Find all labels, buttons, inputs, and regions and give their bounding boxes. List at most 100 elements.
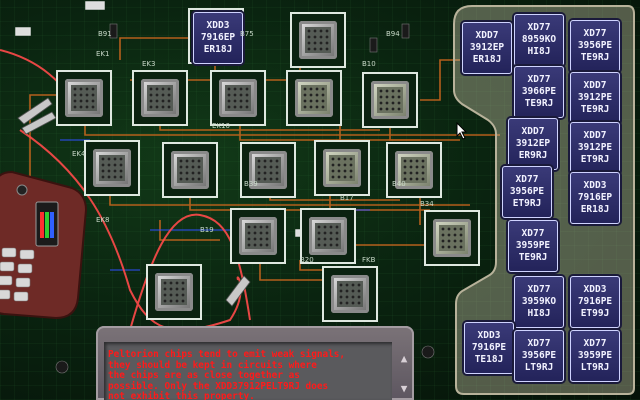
chip-line1: XD77 bbox=[527, 338, 551, 349]
tray-chip[interactable]: XD77 3959KO HI8J bbox=[514, 276, 564, 328]
mouse-pointer-icon bbox=[456, 122, 468, 140]
socket-s9[interactable] bbox=[240, 142, 296, 198]
board-label: B17 bbox=[340, 194, 354, 202]
empty-socket-chip bbox=[331, 275, 369, 313]
board-label: B94 bbox=[386, 30, 400, 38]
socket-s8[interactable] bbox=[162, 142, 218, 198]
empty-socket-chip bbox=[309, 217, 347, 255]
board-label: B34 bbox=[420, 200, 434, 208]
chip-line2: 8959KO bbox=[521, 34, 557, 45]
chip-line3: ET9RJ bbox=[512, 198, 542, 209]
tray-chip[interactable]: XD77 3959PE LT9RJ bbox=[570, 330, 620, 382]
socket-s16[interactable] bbox=[322, 266, 378, 322]
chip-line2: 7916PE bbox=[577, 296, 613, 307]
board-label: EK1 bbox=[96, 50, 110, 58]
empty-socket-chip bbox=[323, 149, 361, 187]
chip-line3: TE9RJ bbox=[580, 104, 610, 115]
chip-line2: 3966PE bbox=[521, 86, 557, 97]
handheld-scanner[interactable] bbox=[0, 168, 100, 324]
board-label: B10 bbox=[362, 60, 376, 68]
board-label: B20 bbox=[300, 256, 314, 264]
chip-line3: TE18J bbox=[474, 354, 504, 365]
socket-s17[interactable]: XDD3 7916EP ER18J bbox=[188, 8, 244, 64]
chip-line1: XD77 bbox=[527, 22, 551, 33]
tray-chip[interactable]: XD77 3956PE TE9RJ bbox=[570, 20, 620, 72]
chip-line1: XD77 bbox=[527, 284, 551, 295]
board-label: EK4 bbox=[72, 150, 86, 158]
scroll-down-arrow-icon[interactable]: ▼ bbox=[398, 382, 410, 396]
placed-chip[interactable]: XDD3 7916EP ER18J bbox=[193, 12, 243, 64]
chip-line3: TE9RJ bbox=[518, 252, 548, 263]
board-label: B91 bbox=[98, 30, 112, 38]
board-label: EK3 bbox=[142, 60, 156, 68]
socket-s3[interactable] bbox=[132, 70, 188, 126]
empty-socket-chip bbox=[219, 79, 257, 117]
socket-s4[interactable] bbox=[210, 70, 266, 126]
chip-line3: LT9RJ bbox=[524, 362, 554, 373]
chip-line1: XD77 bbox=[583, 338, 607, 349]
tray-chip[interactable]: XDD7 3912PE TE9RJ bbox=[570, 72, 620, 124]
empty-socket-chip bbox=[141, 79, 179, 117]
empty-socket-chip bbox=[65, 79, 103, 117]
chip-line3: ET99J bbox=[580, 308, 610, 319]
board-label: B75 bbox=[240, 30, 254, 38]
tray-chip[interactable]: XD77 8959KO HI8J bbox=[514, 14, 564, 66]
chip-line1: XDD3 bbox=[206, 20, 230, 31]
chip-line2: 7916PE bbox=[471, 342, 507, 353]
socket-s11[interactable] bbox=[386, 142, 442, 198]
chip-line2: 3959KO bbox=[521, 296, 557, 307]
scroll-up-arrow-icon[interactable]: ▲ bbox=[398, 352, 410, 366]
tray-chip[interactable]: XD77 3956PE ET9RJ bbox=[502, 166, 552, 218]
chip-line1: XDD7 bbox=[475, 30, 499, 41]
chip-line3: ET9RJ bbox=[580, 154, 610, 165]
chip-line2: 3912PE bbox=[577, 142, 613, 153]
chip-line1: XD77 bbox=[527, 74, 551, 85]
chip-line2: 3912EP bbox=[469, 42, 505, 53]
chip-line3: ER9RJ bbox=[518, 150, 548, 161]
chip-line1: XDD7 bbox=[521, 126, 545, 137]
tray-chip[interactable]: XD77 3956PE LT9RJ bbox=[514, 330, 564, 382]
socket-s5[interactable] bbox=[286, 70, 342, 126]
tray-chip[interactable]: XDD3 7916PE TE18J bbox=[464, 322, 514, 374]
chip-line2: 7916EP bbox=[200, 32, 236, 43]
socket-s6[interactable] bbox=[362, 72, 418, 128]
message-panel: Peltorion chips tend to emit weak signal… bbox=[96, 326, 414, 400]
circuit-board-scene: XDD3 7916EP ER18J B91 EK1 B75 B94 EK3 B1… bbox=[0, 0, 640, 400]
chip-line1: XDD3 bbox=[477, 330, 501, 341]
tray-chip[interactable]: XDD3 7916EP ER18J bbox=[570, 172, 620, 224]
tray-chip[interactable]: XDD7 3912EP ER9RJ bbox=[508, 118, 558, 170]
tray-chip[interactable]: XDD7 3912PE ET9RJ bbox=[570, 122, 620, 174]
chip-line1: XD77 bbox=[521, 228, 545, 239]
empty-socket-chip bbox=[295, 79, 333, 117]
socket-s12[interactable] bbox=[230, 208, 286, 264]
chip-line2: 3912PE bbox=[577, 92, 613, 103]
chip-line1: XDD3 bbox=[583, 284, 607, 295]
socket-s1[interactable] bbox=[290, 12, 346, 68]
chip-line2: 3912EP bbox=[515, 138, 551, 149]
chip-line3: ER18J bbox=[580, 204, 610, 215]
tray-chip[interactable]: XD77 3966PE TE9RJ bbox=[514, 66, 564, 118]
board-label: B40 bbox=[392, 180, 406, 188]
hint-message: Peltorion chips tend to emit weak signal… bbox=[108, 349, 346, 400]
chip-line3: TE9RJ bbox=[524, 98, 554, 109]
board-label: FKB bbox=[362, 256, 376, 264]
board-label: B19 bbox=[200, 226, 214, 234]
chip-line1: XDD3 bbox=[583, 180, 607, 191]
chip-line2: 7916EP bbox=[577, 192, 613, 203]
chip-line2: 3956PE bbox=[577, 40, 613, 51]
chip-line2: 3959PE bbox=[577, 350, 613, 361]
board-label: EK10 bbox=[212, 122, 230, 130]
chip-line1: XD77 bbox=[583, 28, 607, 39]
socket-s2[interactable] bbox=[56, 70, 112, 126]
tray-chip[interactable]: XD77 3959PE TE9RJ bbox=[508, 220, 558, 272]
chip-line1: XD77 bbox=[515, 174, 539, 185]
empty-socket-chip bbox=[155, 273, 193, 311]
socket-s15[interactable] bbox=[146, 264, 202, 320]
chip-line3: ER18J bbox=[203, 44, 233, 55]
tray-chip[interactable]: XDD3 7916PE ET99J bbox=[570, 276, 620, 328]
chip-line2: 3956PE bbox=[521, 350, 557, 361]
tray-chip[interactable]: XDD7 3912EP ER18J bbox=[462, 22, 512, 74]
chip-line3: HI8J bbox=[527, 46, 551, 57]
empty-socket-chip bbox=[371, 81, 409, 119]
socket-s10[interactable] bbox=[314, 140, 370, 196]
